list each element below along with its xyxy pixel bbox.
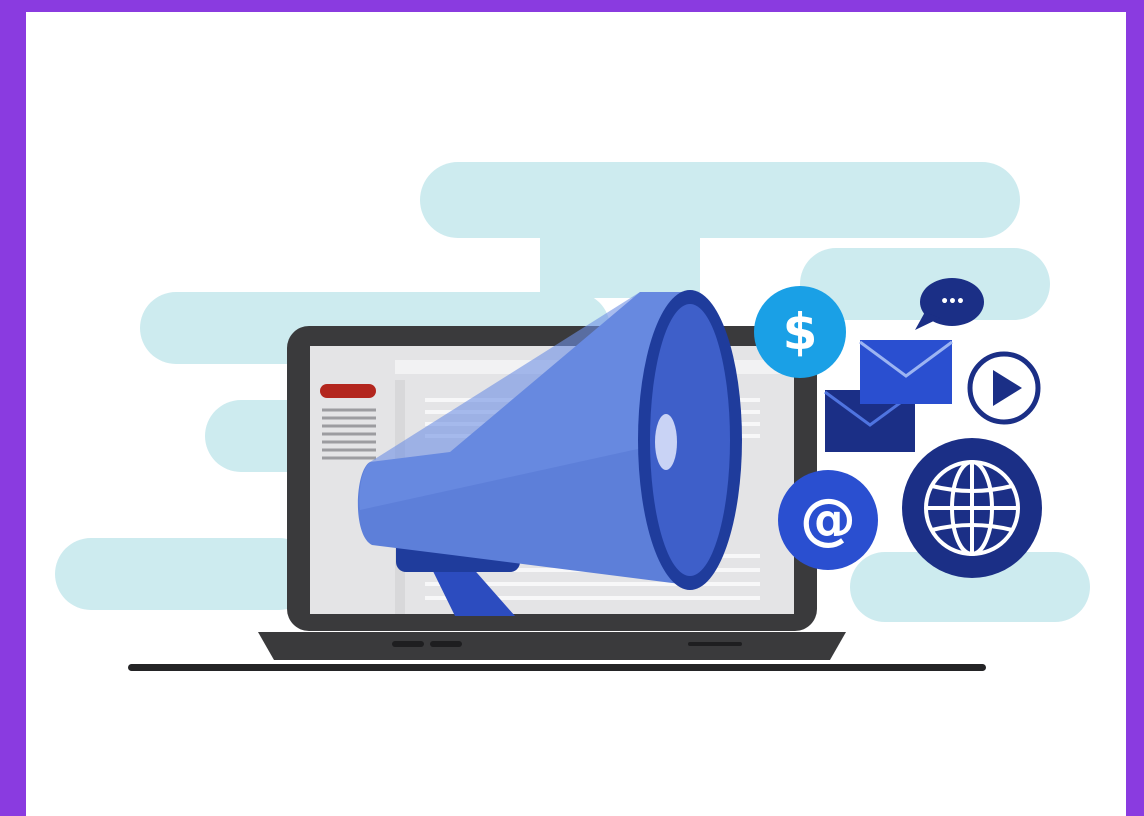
- play-icon: [967, 351, 1041, 425]
- laptop-base: [258, 632, 846, 660]
- megaphone-core: [655, 414, 677, 470]
- sidebar-lines: [322, 408, 376, 460]
- at-glyph: @: [800, 487, 856, 552]
- red-tag: [320, 384, 376, 398]
- marketing-illustration: [55, 162, 1090, 671]
- chat-dots: •••: [940, 294, 965, 310]
- globe-icon: [902, 438, 1042, 578]
- ground-line: [128, 664, 986, 671]
- dollar-glyph: $: [782, 303, 818, 361]
- envelope-icon: [824, 340, 953, 452]
